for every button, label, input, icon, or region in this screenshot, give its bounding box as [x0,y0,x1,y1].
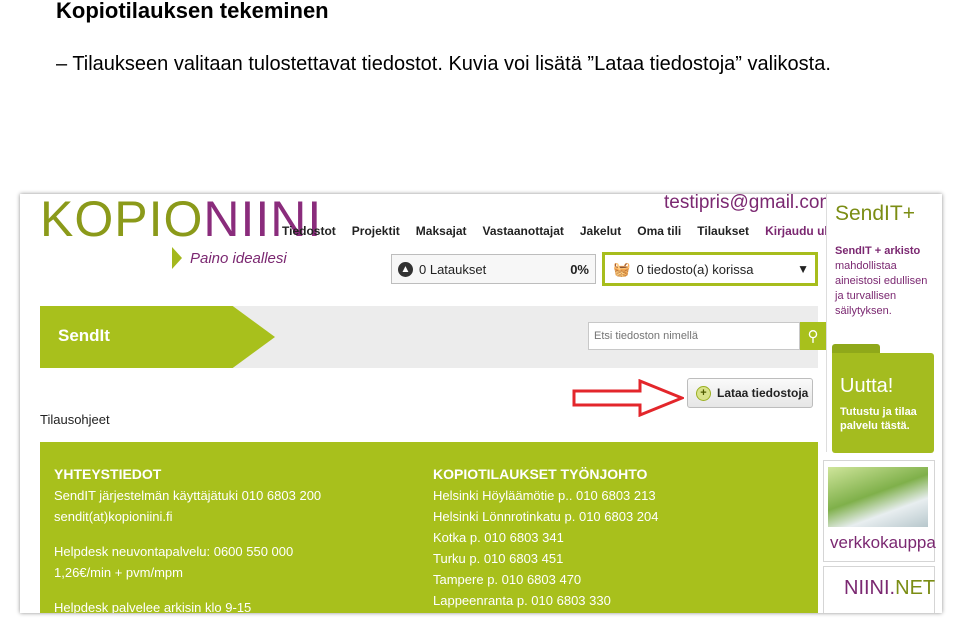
contact-column-right: KOPIOTILAUKSET TYÖNJOHTO Helsinki Höylää… [433,464,659,611]
uploads-percent: 0% [570,261,589,277]
nav-tilaukset[interactable]: Tilaukset [697,224,749,238]
sendit-plus-text: SendIT + arkisto mahdollistaa aineistosi… [835,244,935,319]
upload-arrow-icon: ▲ [398,261,413,277]
contact-line: Turku p. 010 6803 451 [433,551,564,566]
cart-dropdown[interactable]: 🧺 0 tiedosto(a) korissa ▼ [602,252,818,286]
order-guide-link[interactable]: Tilausohjeet [40,412,110,427]
sendit-plus-title: SendIT+ [835,202,915,225]
kopioniini-logo[interactable]: KOPIONIINI [40,194,322,244]
sendit-banner: SendIt ⚲ [40,306,826,368]
upload-files-button[interactable]: + Lataa tiedostoja [687,378,813,408]
uutta-subtitle: Tutustu ja tilaa palvelu tästä. [840,406,917,432]
chevron-down-icon: ▼ [797,262,809,276]
website-screenshot: KOPIONIINI Paino ideallesi testipris@gma… [20,194,942,613]
contact-line: Lappeenranta p. 010 6803 330 [433,593,611,608]
contact-line: SendIT järjestelmän käyttäjätuki 010 680… [54,488,322,503]
uploads-status[interactable]: ▲ 0 Lataukset 0% [391,254,596,284]
contact-column-left: YHTEYSTIEDOT SendIT järjestelmän käyttäj… [54,464,321,613]
contact-line: Helpdesk neuvontapalvelu: 0600 550 000 [54,544,294,559]
banner-title: SendIt [58,326,110,345]
contact-heading: YHTEYSTIEDOT [54,466,162,482]
webshop-card[interactable]: verkkokauppa [823,460,936,562]
paper-stack-image [828,467,928,527]
contact-line: Kotka p. 010 6803 341 [433,530,564,545]
nav-maksajat[interactable]: Maksajat [416,224,467,238]
folder-ad[interactable]: Uutta! Tutustu ja tilaa palvelu tästä. [826,344,936,454]
chevron-right-icon [172,247,182,269]
print-supervision-heading: KOPIOTILAUKSET TYÖNJOHTO [433,466,648,482]
uploads-label: 0 Lataukset [419,261,487,277]
file-search-input[interactable] [588,322,800,350]
main-nav: Tiedostot Projektit Maksajat Vastaanotta… [282,224,842,238]
plus-icon: + [696,385,711,401]
search-button[interactable]: ⚲ [800,322,826,350]
tagline-text: Paino ideallesi [190,249,287,267]
contact-line: 1,26€/min + pvm/mpm [54,565,183,580]
user-email: testipris@gmail.com [664,194,836,213]
nav-tiedostot[interactable]: Tiedostot [282,224,336,238]
tagline: Paino ideallesi [172,247,287,269]
search-icon: ⚲ [807,328,819,345]
nav-projektit[interactable]: Projektit [352,224,400,238]
niini-net-label: NIINI.NET [844,577,936,599]
niini-net-card[interactable]: NIINI.NET [823,566,935,613]
contact-line: Helsinki Höyläämötie p.. 010 6803 213 [433,488,656,503]
nav-vastaanottajat[interactable]: Vastaanottajat [483,224,564,238]
sendit-plus-text-body: mahdollistaa aineistosi edullisen ja tur… [835,260,928,317]
logo-niini: NIINI [203,194,323,247]
contact-line: sendit(at)kopioniini.fi [54,509,173,524]
logo-kopio: KOPIO [40,194,204,247]
upload-files-label: Lataa tiedostoja [717,386,809,400]
nav-oma-tili[interactable]: Oma tili [637,224,681,238]
contact-line: Helpdesk palvelee arkisin klo 9-15 [54,600,252,613]
webshop-label: verkkokauppa [830,533,936,552]
contact-line: Tampere p. 010 6803 470 [433,572,582,587]
slide-title: Kopiotilauksen tekeminen [56,0,329,23]
contact-line: Helsinki Lönnrotinkatu p. 010 6803 204 [433,509,659,524]
contact-info-panel: YHTEYSTIEDOT SendIT järjestelmän käyttäj… [40,442,818,613]
sendit-plus-text-bold: SendIT + arkisto [835,245,921,257]
basket-icon: 🧺 [613,260,631,277]
slide-bullet: – Tilaukseen valitaan tulostettavat tied… [56,53,831,75]
cart-label: 0 tiedosto(a) korissa [636,261,754,277]
red-pointer-arrow-icon [572,379,684,417]
uutta-title: Uutta! [840,375,894,397]
nav-jakelut[interactable]: Jakelut [580,224,621,238]
